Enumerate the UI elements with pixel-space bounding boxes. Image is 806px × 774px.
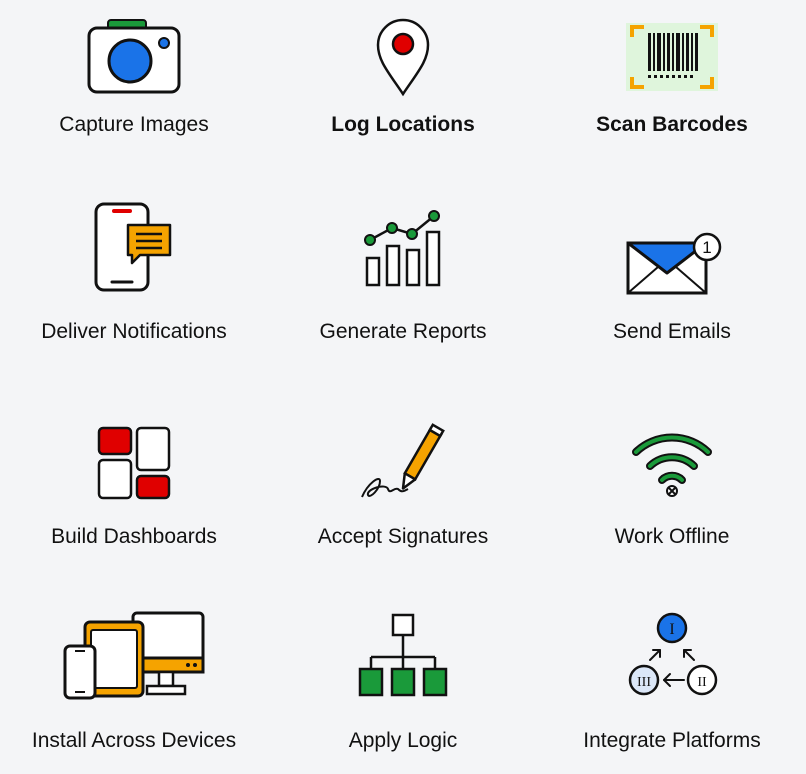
feature-build-dashboards: Build Dashboards (0, 418, 268, 578)
feature-label: Accept Signatures (317, 525, 489, 548)
feature-deliver-notifications: Deliver Notifications (0, 200, 268, 360)
feature-integrate-platforms: I III II Integrate Platforms (538, 612, 806, 774)
feature-label: Integrate Platforms (583, 729, 761, 752)
feature-label: Install Across Devices (31, 729, 237, 752)
barcode-scanner-icon (612, 12, 732, 102)
step-two-label: II (697, 675, 707, 690)
feature-label: Generate Reports (319, 320, 487, 343)
feature-send-emails: 1 Send Emails (538, 200, 806, 360)
location-pin-icon (343, 12, 463, 102)
feature-label: Build Dashboards (51, 525, 217, 548)
feature-label: Log Locations (331, 113, 475, 136)
dashboard-tiles-icon (74, 418, 194, 508)
feature-log-locations: Log Locations (269, 10, 537, 170)
platform-integration-icon: I III II (612, 610, 732, 700)
feature-label: Send Emails (613, 320, 731, 343)
camera-icon (74, 12, 194, 102)
feature-scan-barcodes: Scan Barcodes (538, 10, 806, 170)
email-envelope-icon: 1 (612, 202, 732, 295)
feature-capture-images: Capture Images (0, 10, 268, 170)
report-chart-icon (343, 202, 463, 292)
feature-label: Capture Images (59, 113, 209, 136)
feature-accept-signatures: Accept Signatures (269, 418, 537, 578)
email-count-badge: 1 (702, 238, 711, 257)
multi-device-icon (54, 610, 214, 700)
phone-notification-icon (74, 202, 194, 292)
feature-work-offline: Work Offline (538, 418, 806, 578)
feature-label: Scan Barcodes (596, 113, 748, 136)
feature-generate-reports: Generate Reports (269, 200, 537, 360)
step-one-label: I (669, 621, 674, 638)
logic-tree-icon (343, 610, 463, 700)
feature-label: Work Offline (614, 525, 730, 548)
feature-label: Deliver Notifications (41, 320, 227, 343)
wifi-offline-icon (612, 418, 732, 508)
feature-label: Apply Logic (348, 729, 458, 752)
feature-apply-logic: Apply Logic (269, 613, 537, 774)
signature-pen-icon (343, 418, 463, 508)
feature-install-across-devices: Install Across Devices (0, 611, 268, 774)
step-three-label: III (637, 675, 651, 690)
feature-grid: Capture Images Log Locations Scan Barcod… (0, 0, 806, 760)
